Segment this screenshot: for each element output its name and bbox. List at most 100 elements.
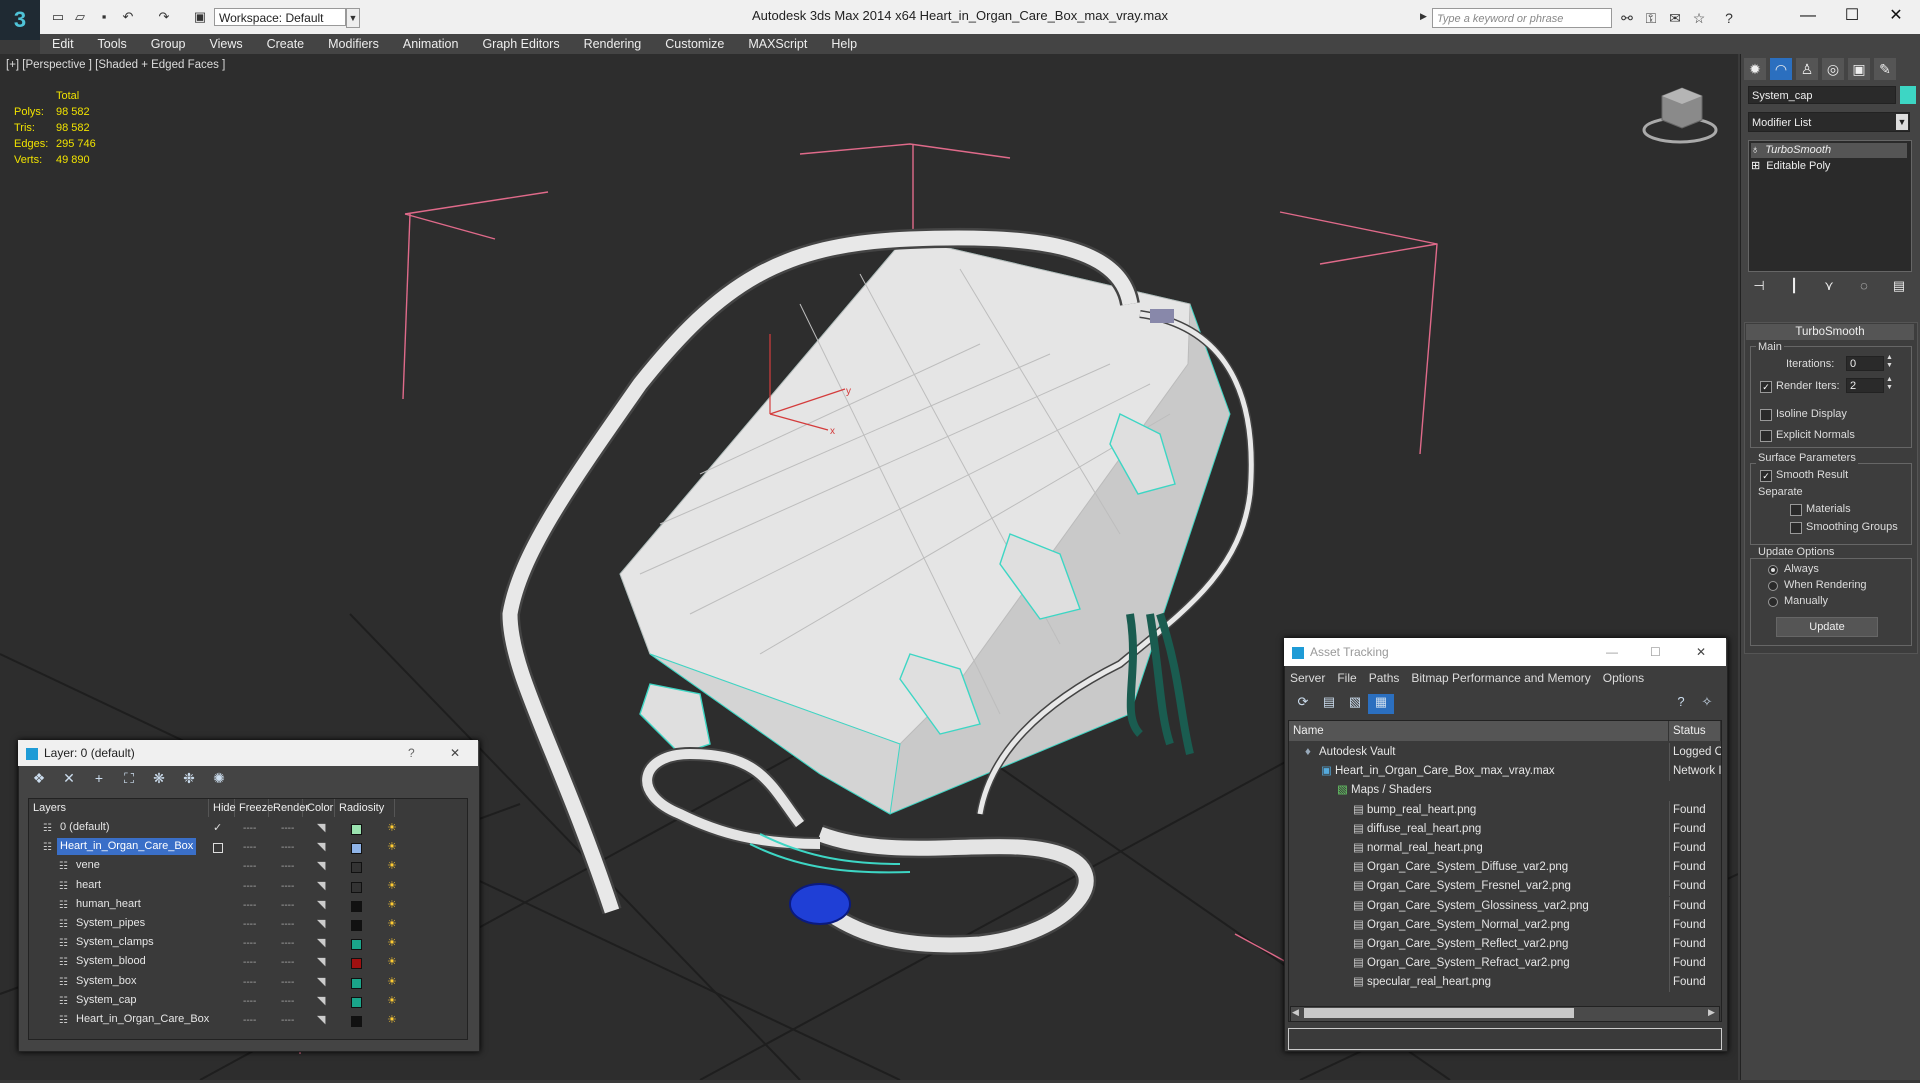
delete-layer-icon[interactable]: ✕ [54, 770, 84, 792]
maximize-icon[interactable]: ☐ [1650, 638, 1661, 666]
layer-row[interactable]: ☷ 0 (default) ✓ ---- ---- ◥ ☀ [29, 819, 455, 838]
chevron-down-icon[interactable]: ▼ [346, 8, 360, 28]
menu-item-rendering[interactable]: Rendering [572, 34, 654, 54]
layer-column-header[interactable]: Layers [29, 799, 209, 817]
materials-checkbox[interactable] [1790, 504, 1802, 516]
freeze-toggle[interactable]: ---- [281, 973, 294, 992]
layer-row[interactable]: ☷ human_heart ---- ---- ◥ ☀ [29, 896, 455, 915]
open-file-icon[interactable]: ▱ [72, 10, 88, 24]
asset-menu-bitmap-performance-and-memory[interactable]: Bitmap Performance and Memory [1411, 668, 1590, 688]
expand-icon[interactable]: ⊞ [1751, 160, 1760, 172]
close-icon[interactable]: ✕ [450, 740, 460, 766]
hide-toggle[interactable]: ---- [243, 1011, 256, 1030]
hide-toggle[interactable]: ---- [243, 877, 256, 896]
asset-row[interactable]: ▤ Organ_Care_System_Fresnel_var2.png Found [1289, 877, 1721, 897]
search-input[interactable]: Type a keyword or phrase [1432, 8, 1612, 28]
isoline-display-checkbox[interactable] [1760, 409, 1772, 421]
layer-row[interactable]: ☷ vene ---- ---- ◥ ☀ [29, 857, 455, 876]
layer-color-swatch[interactable] [351, 824, 362, 835]
layer-row[interactable]: ☷ Heart_in_Organ_Care_Box ---- ---- ◥ ☀ [29, 838, 455, 857]
layer-name[interactable]: vene [73, 857, 103, 874]
layer-name[interactable]: System_box [73, 973, 140, 990]
layer-color-swatch[interactable] [351, 843, 362, 855]
spinner-arrows-icon[interactable]: ▲ ▼ [1886, 376, 1893, 392]
show-end-result-icon[interactable]: ┃ [1783, 278, 1805, 300]
layer-name[interactable]: System_pipes [73, 915, 148, 932]
layer-color-swatch[interactable] [351, 900, 362, 912]
layer-row[interactable]: ☷ System_pipes ---- ---- ◥ ☀ [29, 915, 455, 934]
list-view-icon[interactable]: ▤ [1316, 694, 1342, 714]
hide-toggle[interactable]: ---- [243, 857, 256, 876]
radiosity-light-icon[interactable]: ☀ [387, 992, 397, 1011]
radiosity-light-icon[interactable]: ☀ [387, 819, 397, 838]
create-tab-icon[interactable]: ✹ [1744, 58, 1766, 80]
layer-row[interactable]: ☷ System_clamps ---- ---- ◥ ☀ [29, 934, 455, 953]
asset-row[interactable]: ▤ normal_real_heart.png Found [1289, 839, 1721, 858]
scrollbar-thumb[interactable] [1304, 1008, 1574, 1018]
asset-row[interactable]: ▤ specular_real_heart.png Found [1289, 973, 1721, 993]
teapot-render-icon[interactable]: ◥ [317, 973, 325, 992]
set-current-layer-box[interactable] [213, 843, 223, 854]
binoculars-icon[interactable]: ⚯ [1618, 9, 1636, 27]
teapot-render-icon[interactable]: ◥ [317, 1011, 325, 1030]
radiosity-light-icon[interactable]: ☀ [387, 838, 397, 857]
hide-toggle[interactable]: ---- [243, 934, 256, 953]
menu-item-maxscript[interactable]: MAXScript [736, 34, 819, 54]
freeze-toggle[interactable]: ---- [281, 877, 294, 896]
asset-row[interactable]: ▧ Maps / Shaders [1289, 781, 1721, 800]
asset-menu-file[interactable]: File [1337, 668, 1356, 688]
stack-item-turbosmooth[interactable]: ♁ TurboSmooth [1751, 143, 1907, 158]
scroll-left-icon[interactable]: ◀ [1292, 1007, 1299, 1018]
asset-row[interactable]: ▤ Organ_Care_System_Reflect_var2.png Found [1289, 935, 1721, 954]
hierarchy-tab-icon[interactable]: ♙ [1796, 58, 1818, 80]
freeze-toggle[interactable]: ---- [281, 915, 294, 934]
maximize-button[interactable]: ☐ [1830, 4, 1874, 28]
utilities-tab-icon[interactable]: ✎ [1874, 58, 1896, 80]
refresh-icon[interactable]: ⟳ [1290, 694, 1316, 714]
hide-toggle[interactable]: ---- [243, 819, 256, 838]
communication-icon[interactable]: ✉ [1666, 9, 1684, 27]
remove-modifier-icon[interactable]: ◌ [1853, 278, 1875, 300]
layer-column-header[interactable]: Radiosity [335, 799, 395, 817]
highlight-selected-icon[interactable]: ❋ [144, 770, 174, 792]
asset-menu-options[interactable]: Options [1603, 668, 1644, 688]
layer-name[interactable]: System_blood [73, 953, 149, 970]
render-iters-checkbox[interactable]: ✓ [1760, 381, 1772, 393]
layer-row[interactable]: ☷ System_blood ---- ---- ◥ ☀ [29, 953, 455, 972]
hide-all-icon[interactable]: ❉ [174, 770, 204, 792]
radiosity-light-icon[interactable]: ☀ [387, 896, 397, 915]
layer-color-swatch[interactable] [351, 881, 362, 893]
redo-icon[interactable]: ↷ [156, 10, 172, 24]
freeze-toggle[interactable]: ---- [281, 896, 294, 915]
hide-toggle[interactable]: ---- [243, 838, 256, 857]
layer-name[interactable]: System_clamps [73, 934, 157, 951]
layer-color-swatch[interactable] [351, 939, 362, 951]
radiosity-light-icon[interactable]: ☀ [387, 857, 397, 876]
layer-name[interactable]: heart [73, 877, 104, 894]
radiosity-light-icon[interactable]: ☀ [387, 934, 397, 953]
asset-row[interactable]: ▤ Organ_Care_System_Glossiness_var2.png Fo… [1289, 896, 1721, 916]
teapot-render-icon[interactable]: ◥ [317, 934, 325, 953]
layer-color-swatch[interactable] [351, 996, 362, 1008]
motion-tab-icon[interactable]: ◎ [1822, 58, 1844, 80]
smoothing-groups-checkbox[interactable] [1790, 522, 1802, 534]
layer-row[interactable]: ☷ heart ---- ---- ◥ ☀ [29, 877, 455, 896]
teapot-render-icon[interactable]: ◥ [317, 857, 325, 876]
new-layer-icon[interactable]: ❖ [24, 770, 54, 792]
teapot-render-icon[interactable]: ◥ [317, 838, 325, 857]
freeze-toggle[interactable]: ---- [281, 838, 294, 857]
asset-menu-paths[interactable]: Paths [1369, 668, 1400, 688]
asset-path-field[interactable] [1288, 1028, 1722, 1050]
spinner-arrows-icon[interactable]: ▲ ▼ [1886, 354, 1893, 370]
asset-menu-server[interactable]: Server [1290, 668, 1325, 688]
radiosity-light-icon[interactable]: ☀ [387, 953, 397, 972]
menu-item-help[interactable]: Help [819, 34, 869, 54]
minimize-icon[interactable]: — [1606, 638, 1618, 666]
layer-color-swatch[interactable] [351, 977, 362, 989]
hide-toggle[interactable]: ---- [243, 973, 256, 992]
hide-toggle[interactable]: ---- [243, 896, 256, 915]
menu-item-tools[interactable]: Tools [86, 34, 139, 54]
teapot-render-icon[interactable]: ◥ [317, 896, 325, 915]
manually-radio[interactable] [1768, 597, 1778, 607]
hide-toggle[interactable]: ---- [243, 992, 256, 1011]
